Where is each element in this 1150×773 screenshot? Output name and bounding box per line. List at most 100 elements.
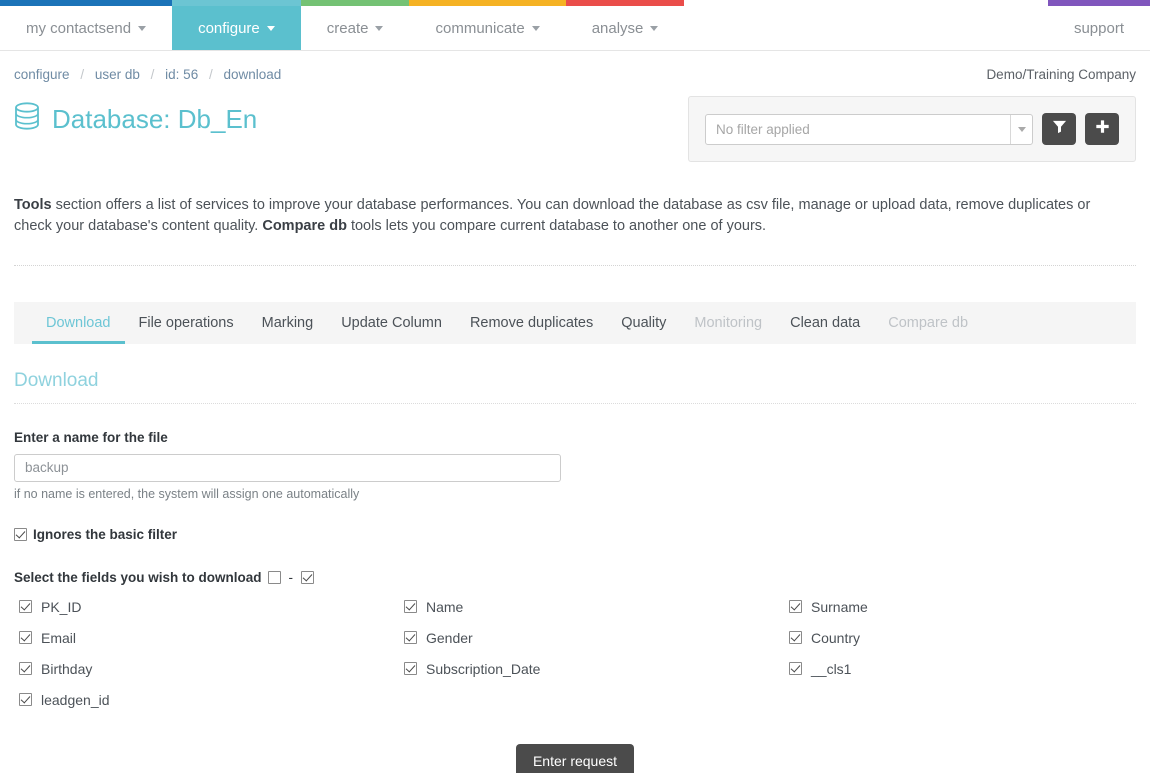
filter-select[interactable]: No filter applied bbox=[705, 113, 1033, 145]
title-row: Database: Db_En No filter applied bbox=[0, 82, 1150, 162]
field-checkbox-country[interactable]: Country bbox=[784, 630, 1136, 646]
field-label: Country bbox=[811, 629, 861, 646]
breadcrumb-row: configure / user db / id: 56 / download … bbox=[0, 51, 1150, 82]
tab-update-column[interactable]: Update Column bbox=[327, 302, 456, 344]
main-navigation: my contactsend configure create communic… bbox=[0, 0, 1150, 51]
apply-filter-button[interactable] bbox=[1042, 113, 1076, 145]
select-fields-label: Select the fields you wish to download bbox=[14, 569, 262, 585]
chevron-down-icon[interactable] bbox=[1010, 114, 1032, 144]
download-section: Download Enter a name for the file if no… bbox=[0, 370, 1150, 773]
checkbox[interactable] bbox=[789, 600, 802, 614]
field-label: Subscription_Date bbox=[426, 660, 541, 677]
nav-item-my-contactsend[interactable]: my contactsend bbox=[0, 0, 173, 50]
page-title: Database: Db_En bbox=[14, 96, 257, 137]
field-label: __cls1 bbox=[811, 660, 852, 677]
tab-label: Quality bbox=[621, 314, 667, 331]
nav-item-support[interactable]: support bbox=[1047, 0, 1150, 50]
ignore-basic-filter-row[interactable]: Ignores the basic filter bbox=[14, 527, 1136, 542]
breadcrumb-item-id[interactable]: id: 56 bbox=[165, 67, 198, 82]
submit-row: Enter request bbox=[14, 743, 1136, 773]
checkbox[interactable] bbox=[789, 662, 802, 676]
tab-quality[interactable]: Quality bbox=[607, 302, 680, 344]
checkbox[interactable] bbox=[19, 662, 32, 676]
tab-download[interactable]: Download bbox=[32, 302, 125, 344]
plus-icon bbox=[1095, 119, 1110, 139]
tab-label: Update Column bbox=[341, 314, 442, 331]
filter-panel: No filter applied bbox=[688, 96, 1136, 162]
field-checkbox-birthday[interactable]: Birthday bbox=[14, 661, 399, 677]
chevron-down-icon bbox=[138, 25, 147, 31]
select-all-checkbox[interactable] bbox=[301, 570, 315, 584]
tools-description-part2: tools lets you compare current database … bbox=[346, 217, 767, 234]
field-label: Name bbox=[426, 598, 464, 615]
breadcrumb: configure / user db / id: 56 / download bbox=[14, 67, 281, 82]
field-checkbox-subscription-date[interactable]: Subscription_Date bbox=[399, 661, 784, 677]
enter-request-button[interactable]: Enter request bbox=[515, 743, 635, 773]
checkbox[interactable] bbox=[19, 600, 32, 614]
checkbox[interactable] bbox=[404, 662, 417, 676]
nav-label: analyse bbox=[591, 19, 644, 37]
checkbox[interactable] bbox=[404, 631, 417, 645]
checkbox[interactable] bbox=[789, 631, 802, 645]
breadcrumb-item-download[interactable]: download bbox=[224, 67, 282, 82]
breadcrumb-separator: / bbox=[80, 67, 85, 82]
field-checkbox-pk-id[interactable]: PK_ID bbox=[14, 599, 399, 615]
tab-bar-filler bbox=[982, 302, 1136, 344]
field-label: Gender bbox=[426, 629, 473, 646]
database-icon bbox=[14, 102, 40, 137]
page-title-text: Database: Db_En bbox=[52, 104, 258, 134]
nav-item-analyse[interactable]: analyse bbox=[565, 0, 685, 50]
file-name-label: Enter a name for the file bbox=[14, 429, 168, 445]
field-label: Birthday bbox=[41, 660, 93, 677]
tools-description-bold-compare-db: Compare db bbox=[262, 217, 347, 234]
tab-label: Compare db bbox=[888, 314, 969, 331]
nav-label: my contactsend bbox=[26, 19, 132, 37]
tab-label: Clean data bbox=[790, 314, 861, 331]
add-filter-button[interactable] bbox=[1085, 113, 1119, 145]
tab-remove-duplicates[interactable]: Remove duplicates bbox=[456, 302, 607, 344]
ignore-basic-filter-label: Ignores the basic filter bbox=[33, 526, 178, 542]
nav-label: support bbox=[1073, 19, 1124, 37]
tab-label: File operations bbox=[138, 314, 234, 331]
checkbox[interactable] bbox=[19, 631, 32, 645]
section-divider bbox=[14, 264, 1136, 266]
nav-label: create bbox=[326, 19, 369, 37]
breadcrumb-item-user-db[interactable]: user db bbox=[95, 67, 140, 82]
checkbox[interactable] bbox=[404, 600, 417, 614]
checkbox[interactable] bbox=[19, 693, 32, 707]
field-checkbox-surname[interactable]: Surname bbox=[784, 599, 1136, 615]
nav-item-create[interactable]: create bbox=[300, 0, 410, 50]
file-name-hint: if no name is entered, the system will a… bbox=[14, 486, 360, 501]
file-name-input[interactable] bbox=[14, 453, 561, 482]
download-fields-grid: PK_ID Name Surname Email Gender Country … bbox=[14, 599, 1136, 708]
nav-item-configure[interactable]: configure bbox=[172, 0, 301, 50]
tab-label: Marking bbox=[261, 314, 314, 331]
select-none-checkbox[interactable] bbox=[267, 570, 281, 584]
chevron-down-icon bbox=[266, 25, 275, 31]
breadcrumb-separator: / bbox=[208, 67, 213, 82]
field-checkbox-email[interactable]: Email bbox=[14, 630, 399, 646]
field-checkbox-leadgen-id[interactable]: leadgen_id bbox=[14, 692, 399, 708]
select-fields-row: Select the fields you wish to download - bbox=[14, 570, 1136, 585]
field-label: Surname bbox=[811, 598, 868, 615]
download-section-title: Download bbox=[14, 369, 99, 391]
breadcrumb-item-configure[interactable]: configure bbox=[14, 67, 70, 82]
field-checkbox-gender[interactable]: Gender bbox=[399, 630, 784, 646]
field-checkbox-cls1[interactable]: __cls1 bbox=[784, 661, 1136, 677]
field-label: leadgen_id bbox=[41, 691, 110, 708]
nav-item-communicate[interactable]: communicate bbox=[409, 0, 566, 50]
chevron-down-icon bbox=[650, 25, 659, 31]
ignore-basic-filter-checkbox[interactable] bbox=[14, 527, 27, 541]
tab-marking[interactable]: Marking bbox=[248, 302, 328, 344]
filter-select-value: No filter applied bbox=[716, 121, 810, 137]
tab-clean-data[interactable]: Clean data bbox=[776, 302, 874, 344]
chevron-down-icon bbox=[531, 25, 540, 31]
tab-label: Download bbox=[46, 314, 111, 331]
company-name: Demo/Training Company bbox=[986, 67, 1136, 82]
chevron-down-icon bbox=[375, 25, 384, 31]
tools-tab-bar: Download File operations Marking Update … bbox=[14, 301, 1136, 344]
tab-file-operations[interactable]: File operations bbox=[125, 302, 248, 344]
field-checkbox-name[interactable]: Name bbox=[399, 599, 784, 615]
field-label: PK_ID bbox=[41, 598, 82, 615]
